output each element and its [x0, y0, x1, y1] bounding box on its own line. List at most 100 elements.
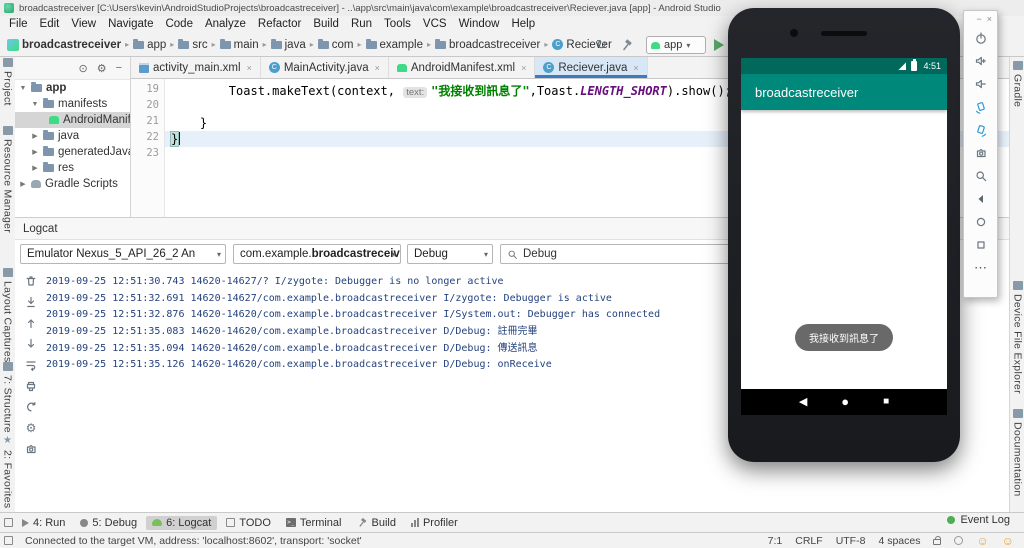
home-button[interactable]: [964, 210, 997, 233]
menu-edit[interactable]: Edit: [34, 16, 66, 33]
tree-item-java[interactable]: ▶ java: [15, 128, 130, 144]
tree-item-androidmanifest[interactable]: AndroidManifest.xml: [15, 112, 130, 128]
close-button[interactable]: ×: [987, 14, 992, 24]
tool-tab-documentation[interactable]: Documentation: [1010, 409, 1024, 497]
tree-item-gradle-scripts[interactable]: ▶ Gradle Scripts: [15, 176, 130, 192]
device-select[interactable]: Emulator Nexus_5_API_26_2 An ▾: [20, 244, 226, 264]
code-line[interactable]: }: [171, 115, 207, 131]
status-panel-icon[interactable]: [4, 536, 13, 545]
screenshot-button[interactable]: [964, 141, 997, 164]
tool-tab-layout-captures[interactable]: Layout Captures: [0, 268, 15, 363]
breadcrumb-item[interactable]: broadcastreceiver: [434, 38, 540, 51]
zoom-button[interactable]: [964, 164, 997, 187]
gear-icon[interactable]: ⚙: [97, 62, 107, 75]
breadcrumb-item[interactable]: app: [133, 38, 166, 51]
tool-tab-resource-manager[interactable]: Resource Manager: [0, 126, 15, 233]
hide-panel-icon[interactable]: −: [116, 62, 122, 74]
tree-item-manifests[interactable]: ▼ manifests: [15, 96, 130, 112]
collapse-arrow-icon[interactable]: ▼: [31, 101, 39, 108]
tool-tab-todo[interactable]: TODO: [220, 516, 277, 530]
encoding-widget[interactable]: UTF-8: [836, 535, 866, 547]
tab-reciever-java[interactable]: C Reciever.java ×: [535, 57, 648, 78]
breadcrumb-item[interactable]: example: [365, 38, 423, 51]
down-stack-button[interactable]: [24, 337, 38, 351]
tool-tab-structure[interactable]: 7: Structure: [0, 362, 15, 433]
volume-up-button[interactable]: [964, 49, 997, 72]
build-hammer-icon[interactable]: [620, 38, 634, 52]
breadcrumb-item[interactable]: src: [178, 38, 208, 51]
code-line[interactable]: Toast.makeText(context, text: "我接收到訊息了",T…: [171, 83, 732, 99]
tree-item-res[interactable]: ▶ res: [15, 160, 130, 176]
line-separator-widget[interactable]: CRLF: [795, 535, 822, 547]
close-tab-icon[interactable]: ×: [521, 63, 526, 73]
smiley-icon[interactable]: ☺: [976, 535, 988, 547]
indicator-icon[interactable]: [954, 536, 964, 545]
tool-tab-build[interactable]: Build: [351, 516, 402, 530]
run-config-select[interactable]: app ▾: [646, 36, 706, 54]
menu-view[interactable]: View: [65, 16, 102, 33]
settings-button[interactable]: ⚙: [26, 421, 37, 435]
tree-item-generatedjava[interactable]: ▶ generatedJava: [15, 144, 130, 160]
indent-widget[interactable]: 4 spaces: [878, 535, 920, 547]
screenshot-button[interactable]: [24, 442, 38, 456]
tool-tab-profiler[interactable]: Profiler: [405, 516, 464, 530]
close-tab-icon[interactable]: ×: [375, 63, 380, 73]
breadcrumb-item[interactable]: main: [219, 38, 259, 51]
smiley-icon[interactable]: ☺: [1002, 535, 1014, 547]
power-button[interactable]: [964, 26, 997, 49]
volume-down-button[interactable]: [964, 72, 997, 95]
emulator-screen[interactable]: 4:51 broadcastreceiver 我接收到訊息了 ◀ ● ■: [741, 58, 947, 415]
run-button[interactable]: [714, 39, 724, 51]
tool-tab-favorites[interactable]: ★ 2: Favorites: [0, 436, 15, 509]
menu-help[interactable]: Help: [505, 16, 541, 33]
up-stack-button[interactable]: [24, 316, 38, 330]
logcat-search-input[interactable]: Debug: [500, 244, 736, 264]
rotate-left-button[interactable]: [964, 95, 997, 118]
menu-run[interactable]: Run: [345, 16, 378, 33]
menu-navigate[interactable]: Navigate: [102, 16, 159, 33]
android-app-body[interactable]: 我接收到訊息了: [741, 110, 947, 389]
menu-vcs[interactable]: VCS: [417, 16, 453, 33]
back-button[interactable]: [964, 187, 997, 210]
tool-windows-icon[interactable]: [4, 518, 13, 527]
expand-arrow-icon[interactable]: ▶: [31, 148, 39, 156]
tool-tab-project[interactable]: Project: [0, 58, 15, 106]
expand-arrow-icon[interactable]: ▶: [19, 180, 27, 188]
menu-window[interactable]: Window: [453, 16, 506, 33]
rotate-right-button[interactable]: [964, 118, 997, 141]
tool-tab-terminal[interactable]: >_ Terminal: [280, 516, 348, 530]
collapse-arrow-icon[interactable]: ▼: [19, 85, 27, 92]
minimize-button[interactable]: −: [976, 14, 981, 24]
close-tab-icon[interactable]: ×: [247, 63, 252, 73]
menu-file[interactable]: File: [3, 16, 34, 33]
tab-activity-main-xml[interactable]: activity_main.xml ×: [131, 57, 261, 78]
expand-arrow-icon[interactable]: ▶: [31, 132, 39, 140]
tab-androidmanifest-xml[interactable]: AndroidManifest.xml ×: [389, 57, 536, 78]
tool-tab-debug[interactable]: 5: Debug: [74, 516, 143, 530]
tool-tab-gradle[interactable]: Gradle: [1010, 61, 1024, 107]
lock-icon[interactable]: [933, 536, 942, 545]
event-log-button[interactable]: Event Log: [947, 514, 1010, 526]
breadcrumb-item[interactable]: com: [317, 38, 353, 51]
expand-arrow-icon[interactable]: ▶: [31, 164, 39, 172]
menu-build[interactable]: Build: [307, 16, 345, 33]
tree-item-app[interactable]: ▼ app: [15, 80, 130, 96]
overview-button[interactable]: [964, 233, 997, 256]
log-level-select[interactable]: Debug ▾: [407, 244, 493, 264]
code-line[interactable]: }: [169, 131, 180, 147]
tool-tab-logcat[interactable]: 6: Logcat: [146, 515, 218, 530]
tool-tab-device-file-explorer[interactable]: Device File Explorer: [1010, 281, 1024, 394]
nav-overview-button[interactable]: ■: [883, 389, 889, 415]
menu-code[interactable]: Code: [159, 16, 199, 33]
menu-analyze[interactable]: Analyze: [199, 16, 252, 33]
menu-refactor[interactable]: Refactor: [252, 16, 307, 33]
tab-mainactivity-java[interactable]: C MainActivity.java ×: [261, 57, 389, 78]
scroll-to-end-button[interactable]: [24, 295, 38, 309]
more-button[interactable]: ⋯: [964, 256, 997, 279]
breadcrumb-item[interactable]: java: [270, 38, 306, 51]
breadcrumb-item[interactable]: broadcastreceiver: [7, 38, 121, 51]
tool-tab-run[interactable]: 4: Run: [16, 516, 71, 530]
soft-wrap-button[interactable]: [24, 358, 38, 372]
close-tab-icon[interactable]: ×: [633, 63, 638, 73]
print-button[interactable]: [24, 379, 38, 393]
